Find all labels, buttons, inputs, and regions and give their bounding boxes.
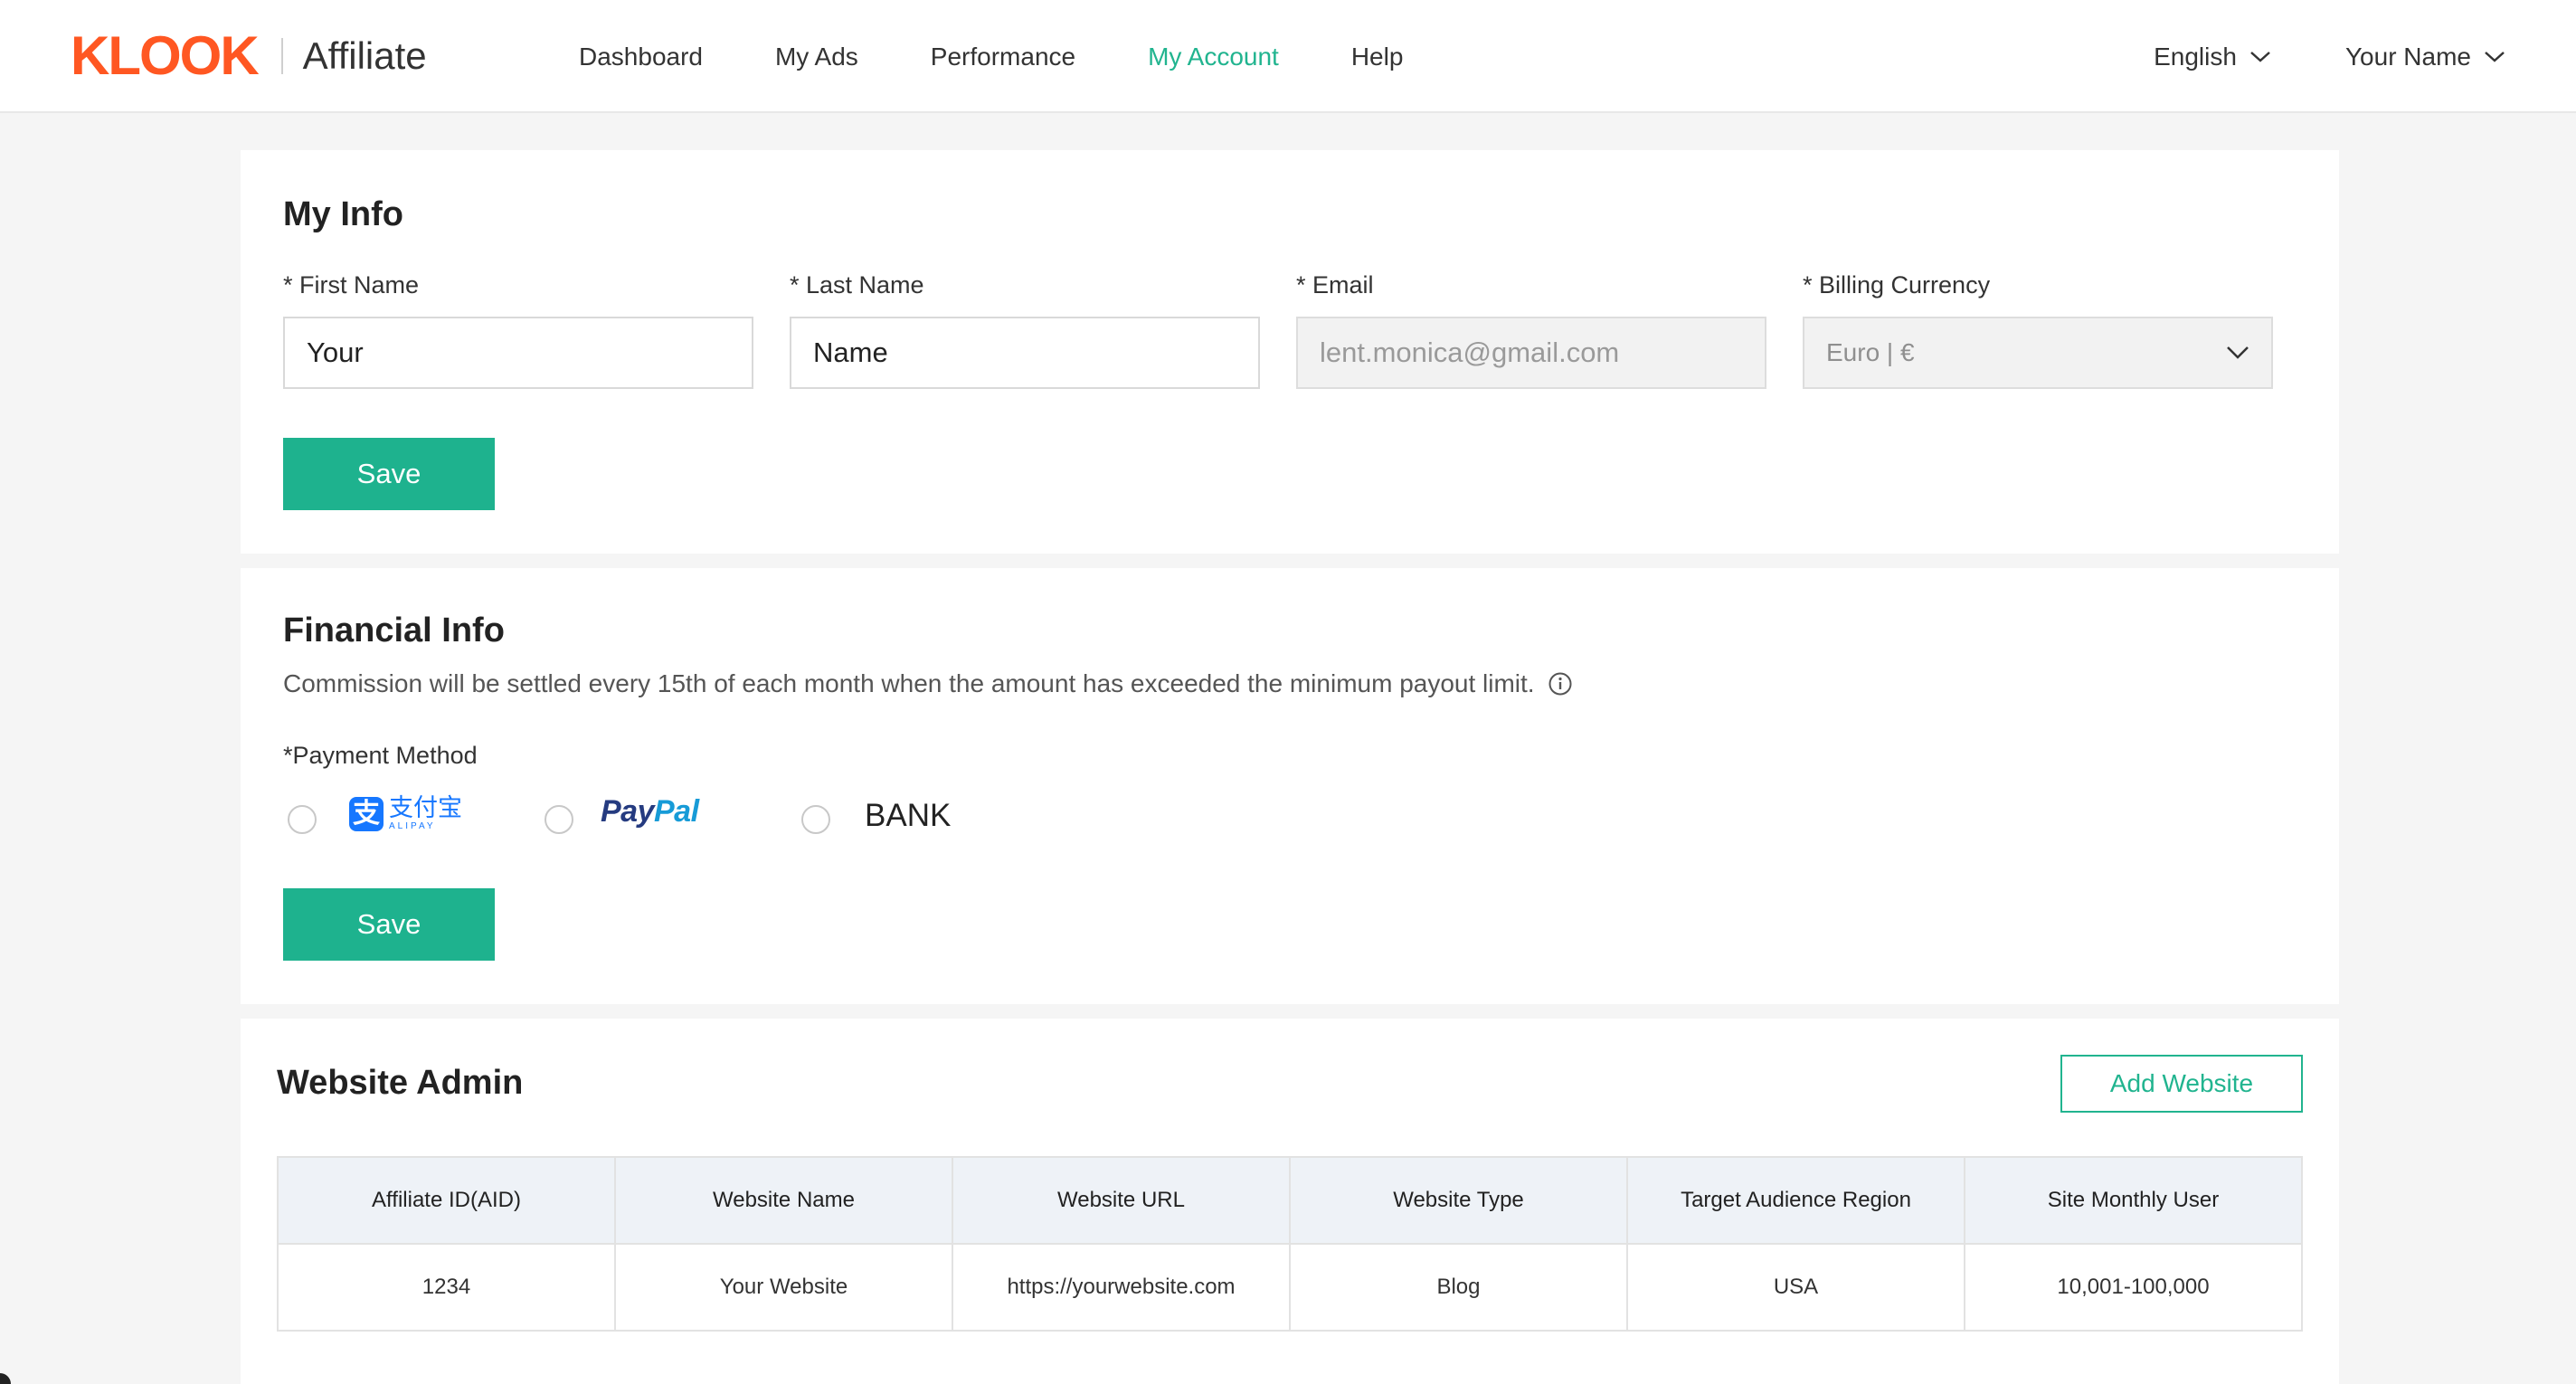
col-monthly-user: Site Monthly User (1964, 1156, 2303, 1245)
alipay-en-text: ALIPAY (389, 821, 436, 831)
col-website-url: Website URL (952, 1156, 1291, 1245)
paypal-logo: PayPal (601, 794, 699, 829)
header-right: English Your Name (2079, 0, 2505, 113)
payment-method-label: *Payment Method (283, 742, 478, 769)
language-dropdown[interactable]: English (2154, 43, 2271, 71)
nav-dashboard[interactable]: Dashboard (579, 43, 703, 71)
alipay-radio[interactable] (288, 805, 317, 834)
cell-website-type: Blog (1289, 1243, 1628, 1332)
commission-description: Commission will be settled every 15th of… (283, 669, 1573, 698)
window-corner (0, 1373, 11, 1384)
billing-currency-value: Euro | € (1826, 338, 1915, 366)
paypal-radio[interactable] (545, 805, 573, 834)
nav-performance[interactable]: Performance (931, 43, 1075, 71)
col-website-name: Website Name (614, 1156, 953, 1245)
billing-currency-select[interactable]: Euro | € (1803, 317, 2273, 389)
col-website-type: Website Type (1289, 1156, 1628, 1245)
my-info-title: My Info (283, 195, 403, 233)
billing-currency-label: * Billing Currency (1803, 271, 1991, 299)
user-dropdown[interactable]: Your Name (2345, 43, 2505, 71)
last-name-input[interactable] (790, 317, 1260, 389)
website-admin-title: Website Admin (277, 1064, 524, 1102)
table-header-row: Affiliate ID(AID) Website Name Website U… (277, 1156, 2303, 1245)
cell-website-name: Your Website (614, 1243, 953, 1332)
chevron-down-icon (2250, 51, 2270, 62)
bank-radio[interactable] (801, 805, 830, 834)
my-info-card: My Info * First Name * Last Name * Email… (241, 150, 2339, 554)
my-info-save-button[interactable]: Save (283, 438, 495, 510)
email-input[interactable] (1296, 317, 1766, 389)
last-name-label: * Last Name (790, 271, 924, 299)
user-name: Your Name (2344, 42, 2471, 71)
alipay-icon: 支 (349, 796, 384, 831)
financial-info-save-button[interactable]: Save (283, 888, 495, 961)
bank-label: BANK (865, 798, 952, 833)
table-row: 1234 Your Website https://yourwebsite.co… (277, 1243, 2303, 1332)
chevron-down-icon (2227, 346, 2249, 359)
email-label: * Email (1296, 271, 1374, 299)
klook-logo: KLOOK (71, 25, 260, 86)
first-name-input[interactable] (283, 317, 753, 389)
cell-monthly-user: 10,001-100,000 (1964, 1243, 2303, 1332)
language-label: English (2154, 42, 2237, 71)
alipay-cn-text: 支付宝 (389, 794, 462, 822)
cell-target-region: USA (1626, 1243, 1965, 1332)
col-affiliate-id: Affiliate ID(AID) (277, 1156, 616, 1245)
nav-help[interactable]: Help (1351, 43, 1404, 71)
chevron-down-icon (2485, 51, 2505, 62)
affiliate-label: Affiliate (302, 34, 427, 77)
nav-my-account[interactable]: My Account (1148, 43, 1279, 71)
nav-my-ads[interactable]: My Ads (775, 43, 858, 71)
info-icon[interactable] (1548, 671, 1573, 697)
alipay-logo: 支 支付宝 ALIPAY (349, 796, 462, 831)
top-header: KLOOK Affiliate Dashboard My Ads Perform… (0, 0, 2576, 113)
main-nav: Dashboard My Ads Performance My Account … (579, 0, 1475, 113)
website-table: Affiliate ID(AID) Website Name Website U… (277, 1156, 2303, 1332)
cell-affiliate-id: 1234 (277, 1243, 616, 1332)
financial-info-title: Financial Info (283, 611, 505, 649)
klook-affiliate-logo[interactable]: KLOOK Affiliate (71, 25, 427, 86)
cell-website-url[interactable]: https://yourwebsite.com (952, 1243, 1291, 1332)
first-name-label: * First Name (283, 271, 420, 299)
website-admin-card: Website Admin Add Website Affiliate ID(A… (241, 1019, 2339, 1384)
col-target-region: Target Audience Region (1626, 1156, 1965, 1245)
commission-text: Commission will be settled every 15th of… (283, 669, 1535, 697)
add-website-button[interactable]: Add Website (2060, 1055, 2303, 1113)
logo-divider (280, 38, 283, 74)
financial-info-card: Financial Info Commission will be settle… (241, 568, 2339, 1004)
